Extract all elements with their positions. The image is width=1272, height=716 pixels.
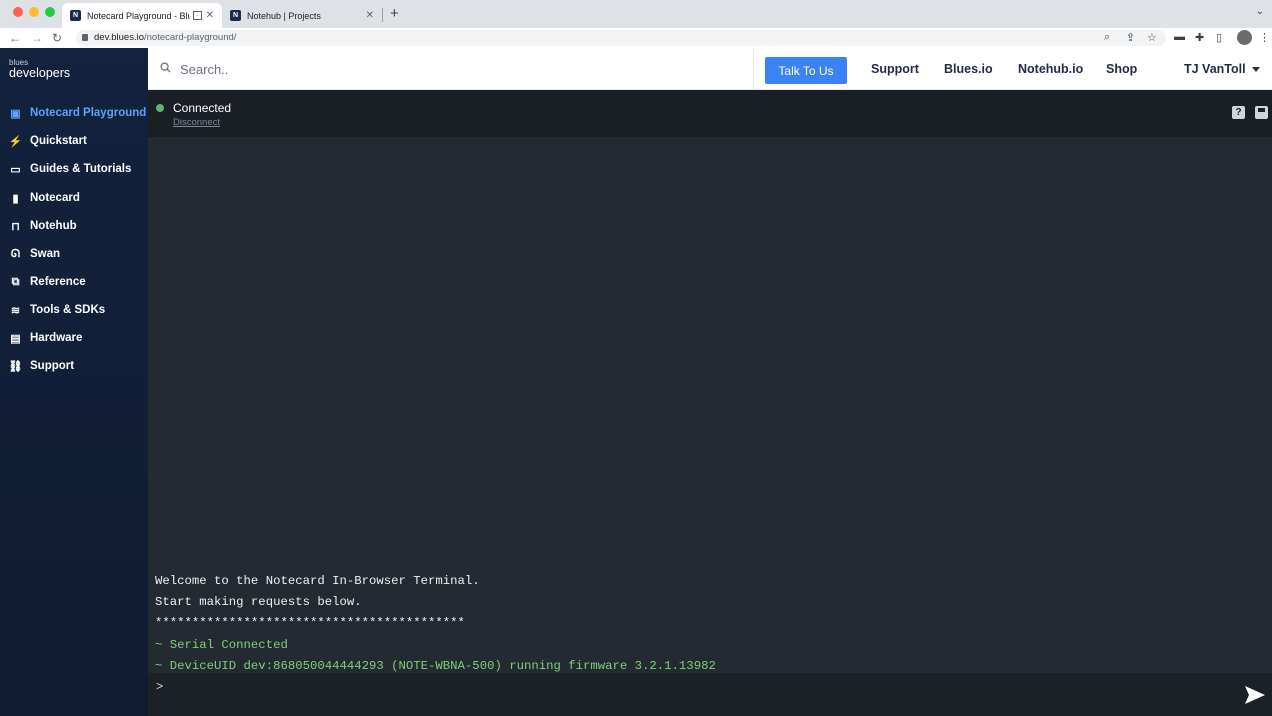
lightning-icon: ⚡: [8, 135, 23, 148]
command-input[interactable]: [166, 679, 1226, 695]
help-icon[interactable]: ?: [1232, 106, 1245, 119]
connection-status-bar: Connected Disconnect ?: [148, 90, 1272, 137]
terminal-output: Welcome to the Notecard In-Browser Termi…: [148, 137, 1272, 673]
hardware-icon: ▤: [10, 332, 21, 345]
sidebar: blues developers ▣ Notecard Playground ⚡…: [0, 48, 148, 716]
sidebar-item-label: Notecard: [30, 192, 80, 204]
terminal-line: Welcome to the Notecard In-Browser Termi…: [155, 574, 480, 588]
terminal-line: ****************************************…: [155, 616, 465, 631]
sidebar-item-label: Tools & SDKs: [30, 304, 106, 316]
sidebar-item-label: Reference: [30, 276, 86, 288]
send-icon[interactable]: [1244, 685, 1266, 705]
sidebar-item-label: Quickstart: [30, 135, 87, 147]
tab-search-chevron-icon[interactable]: ⌄: [1256, 6, 1264, 17]
swan-icon: ᘏ: [10, 247, 21, 260]
url-host: dev.blues.io: [94, 32, 144, 43]
sidebar-item-label: Swan: [30, 248, 61, 260]
sidebar-item-label: Support: [30, 360, 75, 372]
browser-tab-bar: N Notecard Playground - Blu · ✕ N Notehu…: [0, 0, 1272, 28]
tab-title: Notehub | Projects: [247, 10, 321, 21]
sidebar-item-notehub[interactable]: ⊓ Notehub: [0, 214, 148, 238]
url-field[interactable]: dev.blues.io/notecard-playground/: [76, 30, 1166, 46]
support-icon: ⛓: [8, 360, 23, 373]
extension-icon[interactable]: ▬: [1174, 31, 1185, 43]
browser-menu-icon[interactable]: ⋮: [1259, 31, 1270, 44]
tab-title: Notecard Playground - Blu: [87, 10, 190, 21]
header-divider: [753, 48, 754, 90]
sidebar-item-tools-sdks[interactable]: ≋ Tools & SDKs: [0, 298, 148, 322]
shop-link[interactable]: Shop: [1106, 62, 1137, 76]
puzzle-icon[interactable]: ✚: [1195, 31, 1204, 44]
tab-divider: [382, 8, 383, 22]
top-header: Talk To Us Support Blues.io Notehub.io S…: [148, 48, 1272, 90]
monitor-icon: ▭: [10, 163, 21, 176]
user-menu[interactable]: TJ VanToll: [1184, 62, 1260, 76]
brand-logo[interactable]: blues developers: [9, 58, 70, 80]
new-tab-button[interactable]: +: [390, 5, 399, 22]
terminal-icon: ▣: [10, 107, 21, 120]
support-link[interactable]: Support: [871, 62, 919, 76]
connection-status-text: Connected: [173, 101, 232, 115]
address-bar: ← → ↻ dev.blues.io/notecard-playground/ …: [0, 28, 1272, 48]
minimize-window-button[interactable]: [29, 7, 39, 17]
layers-icon: ≋: [10, 304, 21, 317]
connected-status-dot: [156, 104, 164, 112]
sidebar-item-guides-tutorials[interactable]: ▭ Guides & Tutorials: [0, 157, 148, 181]
tab-close-icon[interactable]: ✕: [206, 10, 214, 21]
terminal-line: ~ Serial Connected: [155, 637, 288, 652]
notehub-io-link[interactable]: Notehub.io: [1018, 62, 1083, 76]
notecard-icon: ▮: [12, 192, 19, 205]
reload-icon[interactable]: ↻: [52, 31, 62, 45]
url-path: /notecard-playground/: [144, 32, 237, 43]
sidepanel-icon[interactable]: ▯: [1216, 31, 1222, 44]
code-icon: ⧉: [11, 275, 20, 288]
caret-down-icon: [1251, 67, 1260, 73]
tab-media-icon: ·: [192, 11, 202, 20]
tab-notecard-playground[interactable]: N Notecard Playground - Blu · ✕: [62, 3, 222, 28]
sidebar-item-label: Notehub: [30, 220, 77, 232]
search-icon: [160, 62, 171, 73]
sidebar-item-label: Hardware: [30, 332, 83, 344]
tab-close-icon[interactable]: ✕: [366, 10, 374, 21]
user-name: TJ VanToll: [1184, 62, 1246, 76]
terminal-prompt: >: [156, 680, 164, 694]
notehub-favicon-icon: N: [230, 10, 241, 21]
terminal-line: Start making requests below.: [155, 595, 362, 610]
command-bar: >: [148, 673, 1272, 716]
sidebar-item-label: Guides & Tutorials: [30, 163, 132, 175]
save-icon[interactable]: [1255, 106, 1268, 119]
blues-favicon-icon: N: [70, 10, 81, 21]
brand-big-text: developers: [9, 66, 71, 80]
profile-avatar[interactable]: [1237, 30, 1252, 45]
tab-notehub-projects[interactable]: N Notehub | Projects ✕: [222, 3, 382, 28]
sidebar-item-notecard-playground[interactable]: ▣ Notecard Playground: [0, 101, 148, 125]
talk-to-us-button[interactable]: Talk To Us: [765, 57, 847, 84]
sidebar-item-swan[interactable]: ᘏ Swan: [0, 242, 148, 266]
sidebar-item-support[interactable]: ⛓ Support: [0, 354, 148, 378]
sidebar-item-quickstart[interactable]: ⚡ Quickstart: [0, 129, 148, 153]
forward-arrow-icon[interactable]: →: [31, 31, 43, 45]
search-input[interactable]: [180, 59, 740, 79]
back-arrow-icon[interactable]: ←: [9, 31, 21, 45]
bookmark-star-icon[interactable]: ☆: [1147, 31, 1157, 44]
sidebar-item-notecard[interactable]: ▮ Notecard: [0, 186, 148, 210]
hub-icon: ⊓: [11, 220, 20, 233]
share-icon[interactable]: ⇪: [1126, 31, 1135, 44]
zoom-icon[interactable]: ⌕: [1104, 31, 1110, 44]
maximize-window-button[interactable]: [45, 7, 55, 17]
sidebar-item-hardware[interactable]: ▤ Hardware: [0, 326, 148, 350]
sidebar-item-reference[interactable]: ⧉ Reference: [0, 270, 148, 294]
blues-io-link[interactable]: Blues.io: [944, 62, 993, 76]
close-window-button[interactable]: [13, 7, 23, 17]
disconnect-link[interactable]: Disconnect: [173, 117, 220, 128]
lock-icon: [82, 34, 88, 41]
sidebar-item-label: Notecard Playground: [30, 107, 147, 119]
terminal-lines: Welcome to the Notecard In-Browser Termi…: [155, 571, 716, 677]
